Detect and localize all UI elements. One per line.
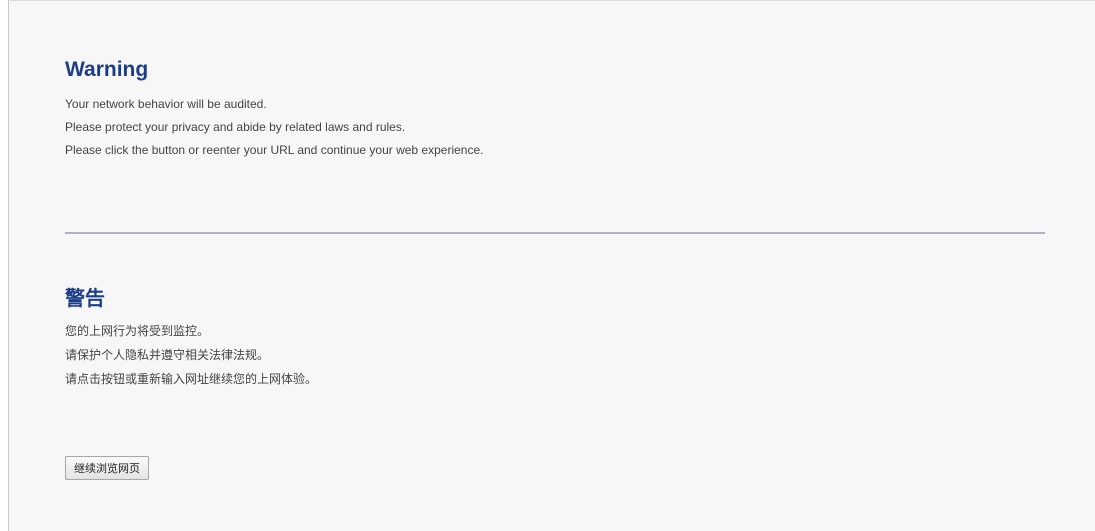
english-message: Your network behavior will be audited. P… (65, 93, 1045, 162)
chinese-line-continue: 请点击按钮或重新输入网址继续您的上网体验。 (65, 372, 318, 386)
english-line-audited: Your network behavior will be audited. (65, 97, 267, 111)
chinese-line-monitored: 您的上网行为将受到监控。 (65, 324, 210, 338)
english-line-privacy: Please protect your privacy and abide by… (65, 120, 406, 134)
english-heading: Warning (65, 58, 149, 81)
warning-page: Warning Your network behavior will be au… (8, 0, 1095, 531)
chinese-message: 您的上网行为将受到监控。 请保护个人隐私并遵守相关法律法规。 请点击按钮或重新输… (65, 319, 1045, 391)
english-line-continue: Please click the button or reenter your … (65, 143, 484, 157)
section-divider (65, 232, 1045, 234)
continue-browsing-button[interactable]: 继续浏览网页 (65, 456, 149, 480)
chinese-line-privacy: 请保护个人隐私并遵守相关法律法规。 (65, 348, 270, 362)
chinese-heading: 警告 (65, 286, 105, 310)
english-warning-section: Warning Your network behavior will be au… (65, 57, 1045, 162)
chinese-warning-section: 警告 您的上网行为将受到监控。 请保护个人隐私并遵守相关法律法规。 请点击按钮或… (65, 285, 1045, 391)
